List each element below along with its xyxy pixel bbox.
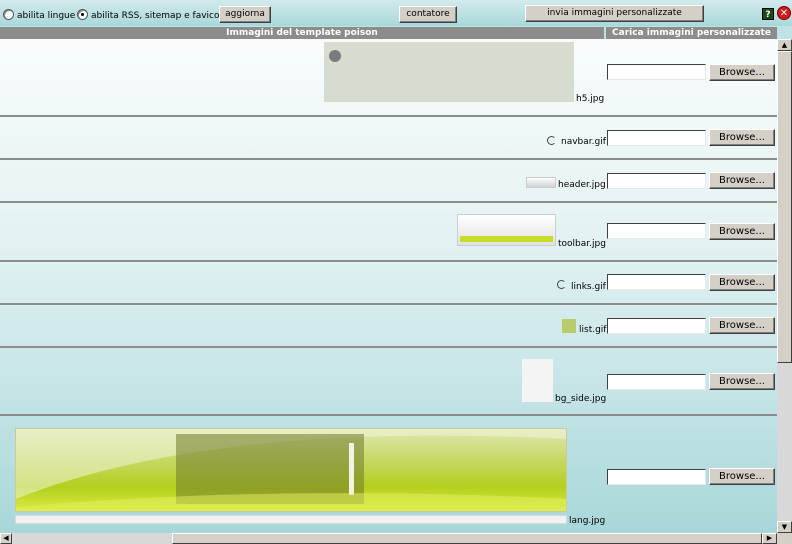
toolbar-preview (457, 214, 556, 246)
scrollbar-corner (777, 533, 792, 544)
browse-button-links[interactable]: Browse... (709, 274, 775, 291)
file-input-links[interactable] (607, 274, 706, 290)
header-preview (526, 177, 556, 188)
browse-button-h5[interactable]: Browse... (709, 64, 775, 81)
update-button[interactable]: aggiorna (219, 6, 271, 23)
file-input-header[interactable] (607, 173, 706, 189)
toolbar-preview-bar (460, 236, 553, 242)
top-toolbar: abilita lingue abilita RSS, sitemap e fa… (0, 0, 792, 26)
template-images-header: Immagini del template poison (0, 27, 604, 39)
browse-button-header[interactable]: Browse... (709, 172, 775, 189)
filename-label: bg_side.jpg (555, 394, 607, 404)
lang-preview (15, 428, 567, 512)
scroll-right-icon[interactable]: ▶ (762, 533, 777, 544)
send-images-button[interactable]: invia immagini personalizzate (525, 5, 704, 22)
horizontal-scroll-thumb[interactable] (172, 533, 762, 544)
row-divider (0, 201, 777, 203)
row-divider (0, 115, 777, 117)
scroll-up-icon[interactable]: ▲ (777, 39, 792, 51)
row-divider (0, 158, 777, 160)
file-input-toolbar[interactable] (607, 223, 706, 239)
radio-abilita-rss-label: abilita RSS, sitemap e favicon (91, 11, 226, 21)
filename-label: links.gif (571, 282, 606, 292)
radio-abilita-rss[interactable] (77, 9, 88, 20)
row-divider (0, 346, 777, 348)
row-divider (0, 303, 777, 305)
upload-images-header: Carica immagini personalizzate (606, 27, 777, 39)
lang-preview-strip (15, 515, 567, 524)
vertical-scroll-thumb[interactable] (777, 51, 792, 363)
browse-button-bg-side[interactable]: Browse... (709, 373, 775, 390)
browse-button-list[interactable]: Browse... (709, 317, 775, 334)
filename-label: navbar.gif (561, 137, 606, 147)
filename-label: list.gif (579, 325, 607, 335)
file-input-lang[interactable] (607, 469, 706, 485)
browse-button-navbar[interactable]: Browse... (709, 129, 775, 146)
spinner-icon (547, 136, 556, 145)
spinner-icon (557, 280, 566, 289)
scroll-left-icon[interactable]: ◀ (0, 533, 12, 544)
filename-label: lang.jpg (569, 516, 606, 526)
filename-label: toolbar.jpg (558, 239, 606, 249)
file-input-h5[interactable] (607, 64, 706, 80)
file-input-list[interactable] (607, 318, 706, 334)
scroll-down-icon[interactable]: ▼ (777, 521, 792, 533)
list-preview (562, 319, 576, 333)
filename-label: h5.jpg (576, 94, 605, 104)
circle-icon (329, 50, 341, 62)
browse-button-toolbar[interactable]: Browse... (709, 223, 775, 240)
horizontal-scroll-track (12, 533, 172, 544)
filename-label: header.jpg (558, 180, 606, 190)
counter-button[interactable]: contatore (399, 6, 457, 23)
lang-preview-art (16, 429, 566, 511)
browse-button-lang[interactable]: Browse... (709, 468, 775, 485)
radio-abilita-lingue[interactable] (3, 9, 14, 20)
close-icon[interactable]: ✕ (777, 6, 791, 20)
bg-side-preview (522, 359, 553, 402)
file-input-navbar[interactable] (607, 130, 706, 146)
radio-abilita-lingue-label: abilita lingue (17, 11, 76, 21)
file-input-bg-side[interactable] (607, 374, 706, 390)
help-icon[interactable]: ? (762, 8, 774, 20)
image-list: h5.jpg Browse... navbar.gif Browse... he… (0, 39, 777, 533)
h5-preview (324, 42, 574, 102)
row-divider (0, 414, 777, 416)
row-divider (0, 260, 777, 262)
